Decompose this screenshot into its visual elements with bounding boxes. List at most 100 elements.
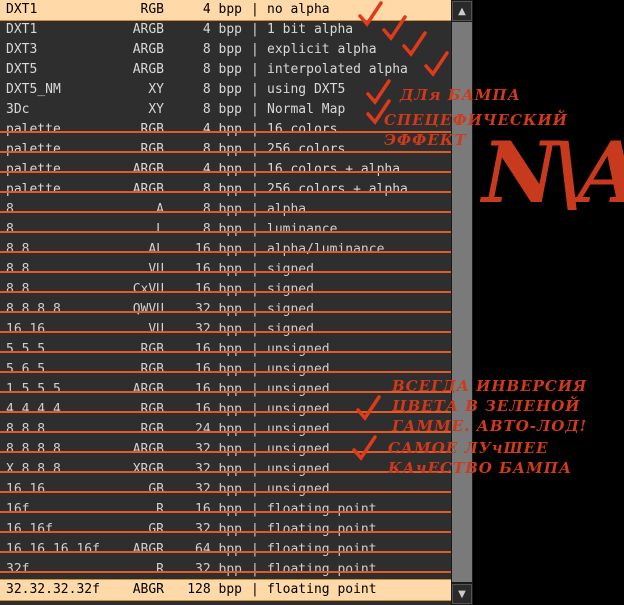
column-separator: | — [251, 382, 259, 397]
format-description: unsigned — [267, 442, 330, 457]
column-separator: | — [251, 462, 259, 477]
channel-format: GB — [148, 482, 164, 497]
strike-through-line — [0, 471, 451, 473]
bits-per-pixel: 32 bpp — [195, 522, 242, 537]
strike-through-line — [0, 271, 451, 273]
format-row[interactable]: X.8.8.8 XRGB 32 bpp | unsigned — [0, 460, 451, 480]
format-row[interactable]: 5.5.5 RGB 16 bpp | unsigned — [0, 340, 451, 360]
format-row[interactable]: 8.8 CxVU 16 bpp | signed — [0, 280, 451, 300]
format-description: signed — [267, 262, 314, 277]
column-separator: | — [251, 242, 259, 257]
format-row[interactable]: 8.8.8 RGB 24 bpp | unsigned — [0, 420, 451, 440]
checkmark-icon — [352, 435, 377, 461]
column-separator: | — [251, 202, 259, 217]
bits-per-pixel: 16 bpp — [195, 342, 242, 357]
bits-per-pixel: 8 bpp — [202, 142, 242, 157]
format-row[interactable]: 16.16f GR 32 bpp | floating point — [0, 520, 451, 540]
format-description: signed — [267, 302, 314, 317]
format-row[interactable]: DXT3 ARGB 8 bpp | explicit alpha — [0, 40, 451, 60]
format-row[interactable]: 32.32.32.32f ABGR 128 bpp | floating point — [0, 579, 451, 601]
not-available-annotation: N\A — [482, 123, 624, 222]
best-bump-annotation: САМОЕ ЛУчШЕЕ КАчЕСТВО БАМПА — [388, 439, 573, 477]
format-row[interactable]: 8.8 AL 16 bpp | alpha/luminance — [0, 240, 451, 260]
format-row[interactable]: 5.6.5 RGB 16 bpp | unsigned — [0, 360, 451, 380]
scroll-down-button[interactable]: ▼ — [452, 584, 472, 604]
format-description: floating point — [267, 502, 377, 517]
format-name: 16f — [6, 502, 30, 517]
format-name: 3Dc — [6, 102, 30, 117]
column-separator: | — [251, 542, 259, 557]
bits-per-pixel: 24 bpp — [195, 422, 242, 437]
strike-through-line — [0, 331, 451, 333]
format-name: DXT5_NM — [6, 82, 61, 97]
column-separator: | — [251, 282, 259, 297]
channel-format: L — [156, 222, 164, 237]
format-row[interactable]: 8.8.8.8 ARGB 32 bpp | unsigned — [0, 440, 451, 460]
format-description: interpolated alpha — [267, 62, 408, 77]
format-description: unsigned — [267, 402, 330, 417]
channel-format: RGB — [140, 362, 164, 377]
bits-per-pixel: 32 bpp — [195, 482, 242, 497]
format-name: 32f — [6, 562, 30, 577]
arrow-down-icon: ▼ — [458, 589, 466, 600]
format-row[interactable]: 8 L 8 bpp | luminance — [0, 220, 451, 240]
format-name: 8 — [6, 202, 14, 217]
column-separator: | — [251, 122, 259, 137]
format-row[interactable]: 8.8 VU 16 bpp | signed — [0, 260, 451, 280]
channel-format: ARGB — [132, 182, 164, 197]
column-separator: | — [251, 342, 259, 357]
format-row[interactable]: 32f R 32 bpp | floating point — [0, 560, 451, 580]
format-description: 256 colors — [267, 142, 346, 157]
channel-format: RGB — [140, 342, 164, 357]
bits-per-pixel: 16 bpp — [195, 282, 242, 297]
bits-per-pixel: 4 bpp — [202, 162, 242, 177]
format-description: floating point — [267, 542, 377, 557]
format-row[interactable]: 16.16 VU 32 bpp | signed — [0, 320, 451, 340]
format-name: 5.5.5 — [6, 342, 46, 357]
bits-per-pixel: 8 bpp — [202, 62, 242, 77]
format-row[interactable]: DXT5 ARGB 8 bpp | interpolated alpha — [0, 60, 451, 80]
channel-format: R — [156, 562, 164, 577]
column-separator: | — [251, 302, 259, 317]
column-separator: | — [251, 482, 259, 497]
column-separator: | — [251, 222, 259, 237]
format-row[interactable]: 16.16 GB 32 bpp | unsigned — [0, 480, 451, 500]
channel-format: AL — [148, 242, 164, 257]
format-row[interactable]: 1.5.5.5 ARGB 16 bpp | unsigned — [0, 380, 451, 400]
format-description: unsigned — [267, 382, 330, 397]
column-separator: | — [251, 262, 259, 277]
strike-through-line — [0, 371, 451, 373]
column-separator: | — [251, 62, 259, 77]
channel-format: XY — [148, 82, 164, 97]
bits-per-pixel: 4 bpp — [202, 122, 242, 137]
checkmark-icon — [356, 395, 381, 421]
channel-format: VU — [148, 322, 164, 337]
format-name: 32.32.32.32f — [6, 582, 100, 597]
strike-through-line — [0, 231, 451, 233]
format-row[interactable]: 16f R 16 bpp | floating point — [0, 500, 451, 520]
format-description: unsigned — [267, 342, 330, 357]
format-row[interactable]: 4.4.4.4 RGB 16 bpp | unsigned — [0, 400, 451, 420]
format-description: floating point — [267, 562, 377, 577]
format-description: 1 bit alpha — [267, 22, 354, 37]
strike-through-line — [0, 391, 451, 393]
format-row[interactable]: palette ARGB 4 bpp | 16 colors + alpha — [0, 160, 451, 180]
column-separator: | — [251, 2, 259, 17]
bits-per-pixel: 16 bpp — [195, 262, 242, 277]
format-row[interactable]: 8.8.8.8 QWVU 32 bpp | signed — [0, 300, 451, 320]
format-row[interactable]: 16.16.16.16f ABGR 64 bpp | floating point — [0, 540, 451, 560]
format-description: floating point — [267, 582, 377, 597]
bump-annotation: ДЛя БАМПА — [400, 86, 521, 104]
green-inversion-annotation: ВСЕГДА ИНВЕРСИЯ ЦВЕТА В ЗЕЛЕНОЙ ГАММЕ. А… — [392, 377, 588, 435]
bits-per-pixel: 8 bpp — [202, 202, 242, 217]
column-separator: | — [251, 162, 259, 177]
format-row[interactable]: palette ARGB 8 bpp | 256 colors + alpha — [0, 180, 451, 200]
strike-through-line — [0, 531, 451, 533]
bits-per-pixel: 64 bpp — [195, 542, 242, 557]
scroll-thumb[interactable] — [452, 22, 472, 582]
strike-through-line — [0, 151, 451, 153]
strike-through-line — [0, 571, 451, 573]
scroll-up-button[interactable]: ▲ — [452, 1, 472, 21]
format-row[interactable]: 8 A 8 bpp | alpha — [0, 200, 451, 220]
format-description: floating point — [267, 522, 377, 537]
